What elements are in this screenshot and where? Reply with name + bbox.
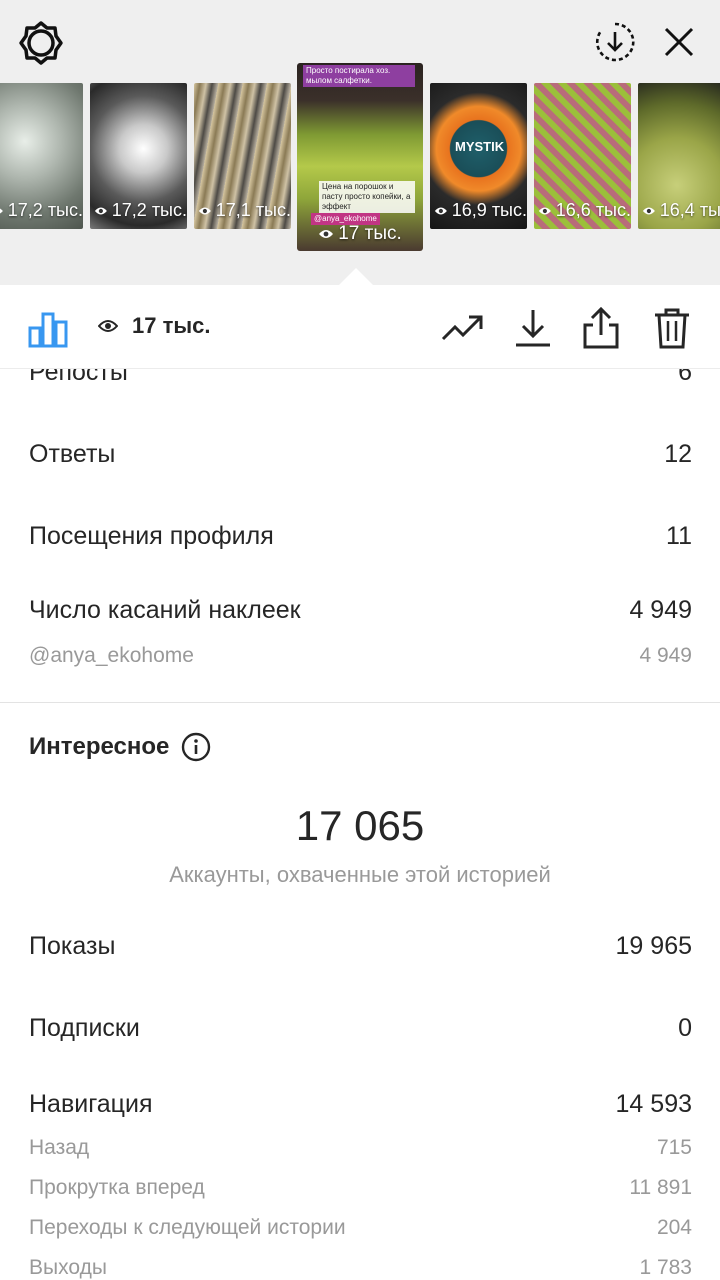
eye-icon [434, 207, 447, 214]
download-circle-icon [596, 22, 635, 62]
eye-icon [319, 230, 334, 238]
metric-label: Подписки [29, 1014, 140, 1042]
metric-label: Ответы [29, 440, 116, 468]
story-thumbnail-strip: 17,2 тыс. 17,2 тыс. 17,1 тыс. MYSTIK 16,… [0, 63, 720, 253]
story-views: 17,1 тыс. [194, 200, 291, 221]
selected-story-pointer [338, 268, 374, 286]
metric-subrow-exits: Выходы 1 783 [0, 1256, 720, 1280]
story-caption: MYSTIK [455, 139, 505, 154]
eye-icon [0, 207, 3, 214]
story-views-label: 17 тыс. [338, 223, 402, 244]
promote-button[interactable] [440, 305, 486, 351]
share-button[interactable] [578, 305, 624, 351]
story-thumbnail[interactable]: 17,2 тыс. [0, 83, 83, 229]
eye-icon [538, 207, 551, 214]
story-views-label: 17,2 тыс. [7, 200, 83, 220]
metric-value: 4 949 [629, 596, 692, 624]
metric-subrow-back: Назад 715 [0, 1136, 720, 1160]
close-icon [664, 27, 694, 57]
metric-value: 11 891 [629, 1176, 692, 1199]
reach-caption: Аккаунты, охваченные этой историей [169, 862, 551, 887]
story-header-area: 17,2 тыс. 17,2 тыс. 17,1 тыс. MYSTIK 16,… [0, 0, 720, 286]
delete-button[interactable] [649, 305, 695, 351]
story-views: 16,9 тыс. [430, 200, 527, 221]
metric-value: 19 965 [615, 932, 692, 960]
insights-tab[interactable] [25, 305, 71, 351]
trending-icon [441, 315, 483, 341]
insights-content[interactable]: Репосты 6 Ответы 12 Посещения профиля 11… [0, 340, 720, 1280]
story-views: 16,6 тыс. [534, 200, 631, 221]
story-thumbnail-active[interactable]: Просто постирала хоз. мылом салфетки. Це… [297, 63, 423, 251]
metric-value: 0 [678, 1014, 692, 1042]
metric-value: 1 783 [639, 1256, 692, 1279]
metric-label: Переходы к следующей истории [29, 1216, 346, 1239]
metric-label: Посещения профиля [29, 522, 274, 550]
metric-subrow-forward: Прокрутка вперед 11 891 [0, 1176, 720, 1200]
section-divider [0, 702, 720, 703]
story-caption: Цена на порошок и пасту просто копейки, … [319, 181, 415, 213]
save-story-button[interactable] [592, 19, 638, 65]
story-thumbnail[interactable]: 16,6 тыс. [534, 83, 631, 229]
metric-subrow-next-story: Переходы к следующей истории 204 [0, 1216, 720, 1240]
story-thumbnail[interactable]: MYSTIK 16,9 тыс. [430, 83, 527, 229]
metric-value: 4 949 [639, 644, 692, 667]
metric-row-navigation: Навигация 14 593 [0, 1090, 720, 1119]
section-title-label: Интересное [29, 733, 170, 760]
download-icon [516, 310, 550, 347]
metric-label: Назад [29, 1136, 90, 1159]
eye-icon [98, 320, 118, 332]
story-views-label: 17,2 тыс. [111, 200, 187, 220]
gear-icon [19, 21, 63, 65]
reach-count: 17 065 [295, 802, 425, 849]
metric-label: Число касаний наклеек [29, 596, 301, 624]
story-thumbnail[interactable]: 16,4 тыс. [638, 83, 720, 229]
metric-label: Прокрутка вперед [29, 1176, 205, 1199]
metric-label: @anya_ekohome [29, 644, 194, 667]
story-views-label: 16,9 тыс. [451, 200, 527, 220]
metric-label: Навигация [29, 1090, 153, 1118]
metric-row-replies: Ответы 12 [0, 440, 720, 469]
info-icon[interactable] [181, 732, 211, 762]
story-views: 17,2 тыс. [90, 200, 187, 221]
settings-button[interactable] [18, 20, 64, 66]
metric-value: 204 [656, 1216, 692, 1239]
story-thumbnail[interactable]: 17,2 тыс. [90, 83, 187, 229]
eye-icon [94, 207, 107, 214]
story-caption: Просто постирала хоз. мылом салфетки. [303, 65, 415, 87]
trash-icon [655, 308, 689, 349]
metric-row-follows: Подписки 0 [0, 1014, 720, 1043]
eye-icon [642, 207, 655, 214]
metric-row-impressions: Показы 19 965 [0, 932, 720, 961]
metric-value: 715 [656, 1136, 692, 1159]
metric-label: Выходы [29, 1256, 107, 1279]
story-views-label: 16,4 тыс. [659, 200, 720, 220]
metric-row-profile-visits: Посещения профиля 11 [0, 522, 720, 551]
story-views: 16,4 тыс. [638, 200, 720, 221]
story-views: 17,2 тыс. [0, 200, 83, 221]
story-views: 17 тыс. [297, 223, 423, 245]
metric-row-sticker-taps: Число касаний наклеек 4 949 [0, 596, 720, 625]
metric-label: Показы [29, 932, 116, 960]
story-views-label: 16,6 тыс. [555, 200, 631, 220]
metric-subrow-mention: @anya_ekohome 4 949 [0, 644, 720, 668]
story-views-label: 17,1 тыс. [215, 200, 291, 220]
insights-toolbar: 17 тыс. [0, 285, 720, 369]
share-icon [583, 307, 619, 349]
bar-chart-icon [28, 312, 68, 348]
metric-value: 11 [666, 522, 692, 550]
download-button[interactable] [510, 305, 556, 351]
viewers-count: 17 тыс. [132, 313, 211, 338]
metric-value: 12 [664, 440, 692, 468]
viewers-tab[interactable]: 17 тыс. [98, 313, 211, 339]
eye-icon [198, 207, 211, 214]
metric-value: 14 593 [615, 1090, 692, 1118]
story-thumbnail[interactable]: 17,1 тыс. [194, 83, 291, 229]
section-title-discovery: Интересное [29, 732, 211, 762]
close-button[interactable] [656, 19, 702, 65]
